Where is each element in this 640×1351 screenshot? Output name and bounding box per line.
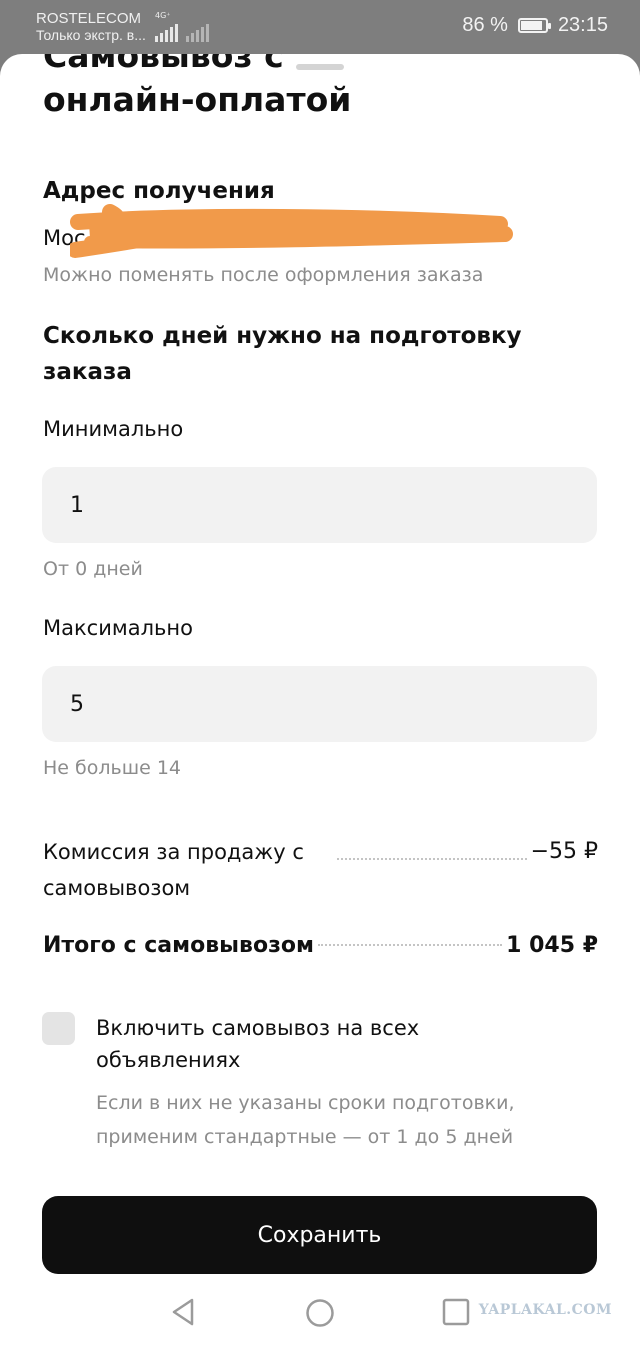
title-line-2: онлайн-оплатой [43, 80, 352, 119]
total-value: 1 045 ₽ [506, 933, 598, 958]
battery-percent: 86 % [462, 14, 508, 36]
apply-all-hint: Если в них не указаны сроки подготовки, … [96, 1092, 515, 1148]
carrier-name: ROSTELECOM [36, 10, 142, 27]
page-title: Самовывоз с онлайн-оплатой [43, 54, 351, 124]
max-days-input[interactable] [70, 691, 597, 717]
status-bar: ROSTELECOM Только экстр. в... 4G⁺ 86 % 2… [0, 0, 640, 60]
signal-strength-icon: 4G⁺ [155, 11, 178, 42]
min-days-hint: От 0 дней [43, 558, 143, 580]
redaction-scribble [70, 204, 513, 258]
watermark: YAPLAKAL.COM [478, 1302, 612, 1318]
commission-row: Комиссия за продажу с самовывозом −55 ₽ [43, 834, 598, 906]
dotted-leader [337, 858, 527, 860]
carrier-subtitle: Только экстр. в... [36, 27, 146, 43]
carrier-info: ROSTELECOM Только экстр. в... [36, 10, 146, 44]
back-icon[interactable] [170, 1298, 196, 1326]
apply-all-checkbox[interactable] [42, 1012, 75, 1045]
clock: 23:15 [557, 14, 608, 36]
min-days-input[interactable] [70, 492, 597, 518]
max-days-label: Максимально [43, 616, 193, 640]
home-icon[interactable] [305, 1298, 335, 1328]
commission-value: −55 ₽ [530, 839, 598, 864]
battery-icon [517, 18, 551, 33]
prep-days-heading: Сколько дней нужно на подготовку заказа [43, 323, 522, 385]
signal-icons: 4G⁺ [155, 11, 209, 42]
max-days-field[interactable] [42, 666, 597, 742]
dotted-leader [317, 944, 503, 946]
min-days-field[interactable] [42, 467, 597, 543]
min-days-label: Минимально [43, 417, 184, 441]
max-days-hint: Не больше 14 [43, 757, 181, 779]
signal-sim2-icon [186, 22, 209, 42]
apply-all-label[interactable]: Включить самовывоз на всех объявлениях [96, 1012, 566, 1076]
total-label: Итого с самовывозом [43, 933, 314, 958]
network-type: 4G⁺ [155, 11, 171, 20]
total-row: Итого с самовывозом 1 045 ₽ [43, 928, 598, 964]
pickup-settings-sheet: Самовывоз с онлайн-оплатой Адрес получен… [0, 54, 640, 1351]
recents-icon[interactable] [442, 1298, 470, 1326]
address-hint: Можно поменять после оформления заказа [43, 264, 484, 286]
title-line-1: Самовывоз с [43, 54, 284, 75]
commission-label: Комиссия за продажу с самовывозом [43, 840, 304, 900]
system-indicators: 86 % 23:15 [462, 14, 608, 37]
save-button[interactable]: Сохранить [42, 1196, 597, 1274]
